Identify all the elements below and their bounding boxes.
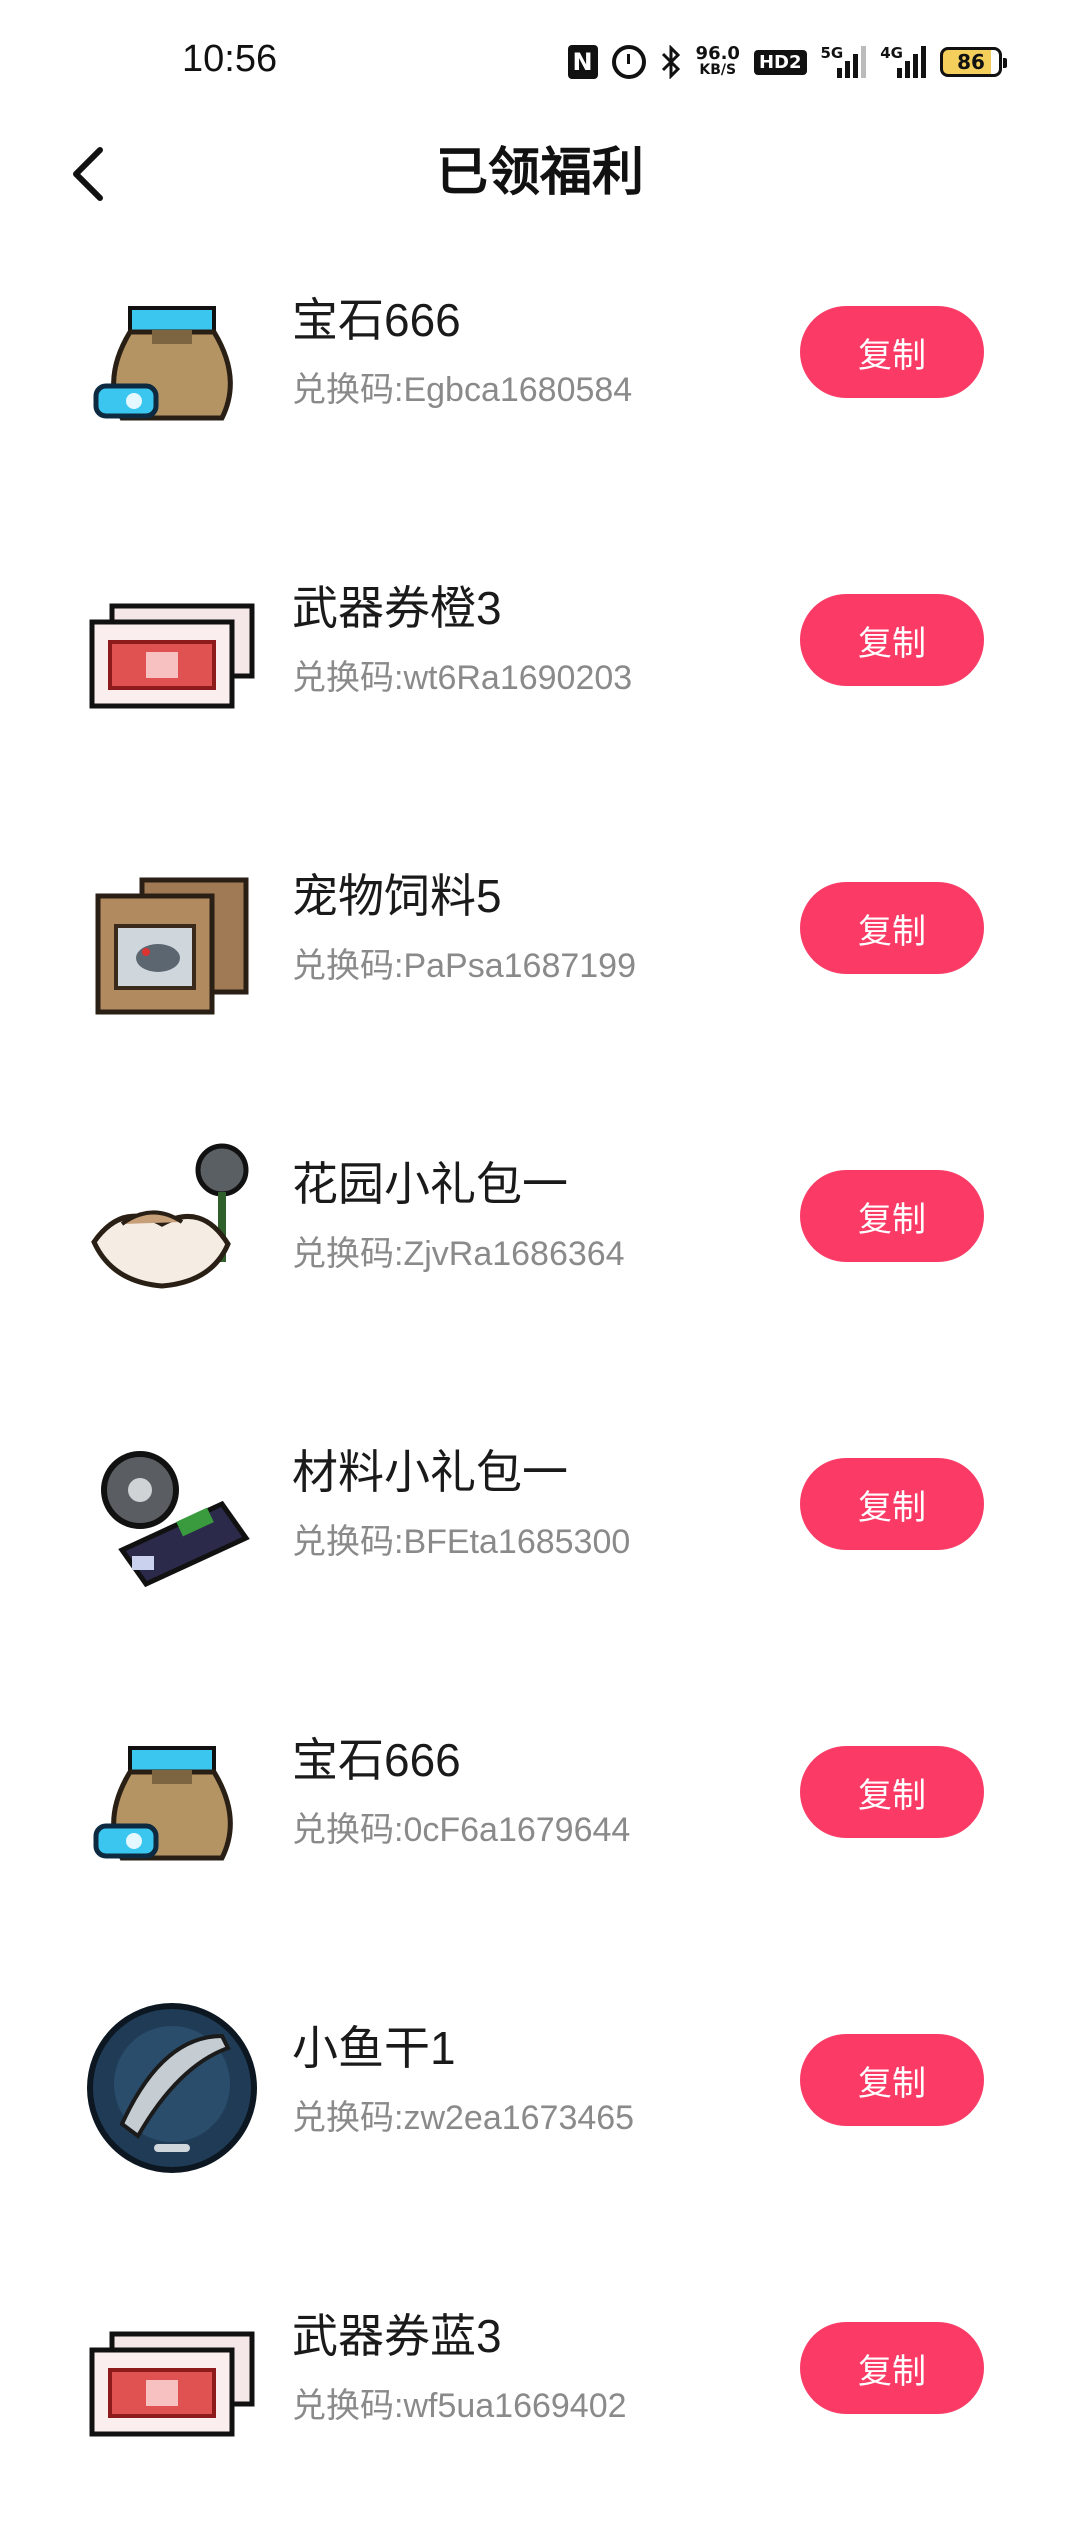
reward-name: 武器券橙3 bbox=[292, 582, 502, 634]
gem-bag-icon bbox=[82, 1708, 262, 1888]
copy-button[interactable]: 复制 bbox=[800, 2322, 984, 2414]
reward-code: 兑换码:wf5ua1669402 bbox=[292, 2387, 627, 2425]
copy-button[interactable]: 复制 bbox=[800, 1170, 984, 1262]
status-time: 10:56 bbox=[182, 38, 278, 80]
reward-name: 宠物饲料5 bbox=[292, 870, 502, 922]
material-pack-icon bbox=[82, 1420, 262, 1600]
list-item: 宝石666 兑换码:0cF6a1679644 复制 bbox=[0, 1680, 1080, 1968]
reward-name: 小鱼干1 bbox=[292, 2022, 456, 2074]
net-speed-unit: KB/S bbox=[699, 62, 737, 78]
list-item: 武器券橙3 兑换码:wt6Ra1690203 复制 bbox=[0, 528, 1080, 816]
signal-5g-icon: 5G bbox=[821, 46, 867, 78]
net-speed-value: 96.0 bbox=[695, 43, 740, 64]
nfc-icon: N bbox=[567, 45, 598, 79]
page-title: 已领福利 bbox=[435, 143, 644, 203]
status-icons: N 96.0 KB/S HD2 5G 4G 86 bbox=[567, 40, 1007, 84]
reward-name: 材料小礼包一 bbox=[292, 1446, 568, 1498]
reward-name: 武器券蓝3 bbox=[292, 2310, 502, 2362]
pet-feed-icon bbox=[82, 844, 262, 1024]
reward-name: 花园小礼包一 bbox=[292, 1158, 568, 1210]
list-item: 武器券蓝3 兑换码:wf5ua1669402 复制 bbox=[0, 2256, 1080, 2544]
list-item: 小鱼干1 兑换码:zw2ea1673465 复制 bbox=[0, 1968, 1080, 2256]
battery-icon: 86 bbox=[940, 47, 1007, 77]
reward-code: 兑换码:Egbca1680584 bbox=[292, 371, 633, 409]
copy-button[interactable]: 复制 bbox=[800, 2034, 984, 2126]
alarm-icon bbox=[611, 45, 646, 79]
reward-code: 兑换码:PaPsa1687199 bbox=[292, 947, 636, 985]
hd-icon: HD2 bbox=[753, 49, 807, 75]
copy-button[interactable]: 复制 bbox=[800, 594, 984, 686]
reward-code: 兑换码:ZjvRa1686364 bbox=[292, 1235, 625, 1273]
page-header: 已领福利 bbox=[0, 120, 1080, 240]
battery-level: 86 bbox=[957, 50, 985, 74]
gem-bag-icon bbox=[82, 268, 262, 448]
dried-fish-icon bbox=[82, 1996, 262, 2176]
list-item: 材料小礼包一 兑换码:BFEta1685300 复制 bbox=[0, 1392, 1080, 1680]
reward-name: 宝石666 bbox=[292, 294, 461, 346]
reward-code: 兑换码:0cF6a1679644 bbox=[292, 1811, 631, 1849]
reward-name: 宝石666 bbox=[292, 1734, 461, 1786]
reward-code: 兑换码:wt6Ra1690203 bbox=[292, 659, 633, 697]
reward-code: 兑换码:BFEta1685300 bbox=[292, 1523, 631, 1561]
copy-button[interactable]: 复制 bbox=[800, 1746, 984, 1838]
copy-button[interactable]: 复制 bbox=[800, 306, 984, 398]
status-bar: 10:56 N 96.0 KB/S HD2 5G 4G 86 bbox=[0, 0, 1080, 120]
garden-pack-icon bbox=[82, 1132, 262, 1312]
list-item: 宝石666 兑换码:Egbca1680584 复制 bbox=[0, 240, 1080, 528]
reward-code: 兑换码:zw2ea1673465 bbox=[292, 2099, 635, 2137]
signal-4g-icon: 4G bbox=[880, 46, 926, 78]
copy-button[interactable]: 复制 bbox=[800, 882, 984, 974]
bluetooth-icon bbox=[660, 45, 682, 79]
weapon-ticket-orange-icon bbox=[82, 556, 262, 736]
weapon-ticket-blue-icon bbox=[82, 2284, 262, 2464]
list-item: 花园小礼包一 兑换码:ZjvRa1686364 复制 bbox=[0, 1104, 1080, 1392]
list-item: 宠物饲料5 兑换码:PaPsa1687199 复制 bbox=[0, 816, 1080, 1104]
net-speed: 96.0 KB/S bbox=[696, 45, 740, 79]
copy-button[interactable]: 复制 bbox=[800, 1458, 984, 1550]
